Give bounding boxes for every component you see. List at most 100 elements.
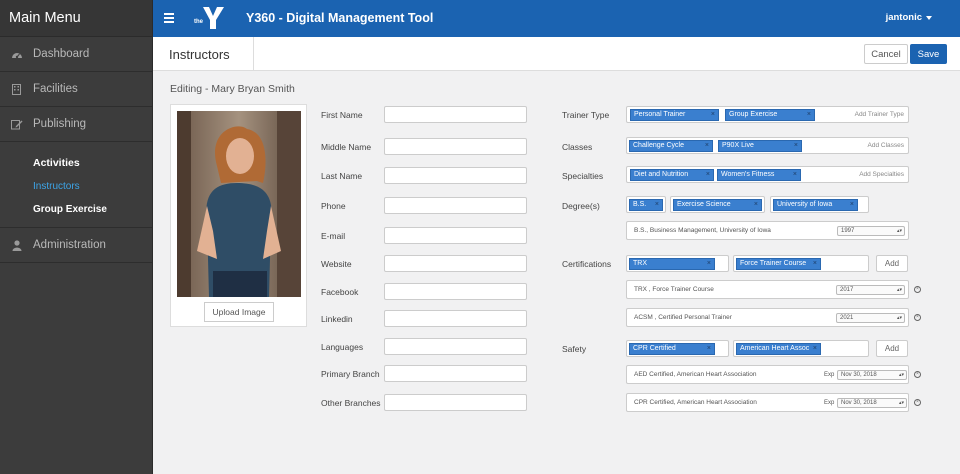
year-select[interactable]: 2017 ▴▾ xyxy=(836,285,905,295)
cancel-button[interactable]: Cancel xyxy=(864,44,908,64)
add-classes-placeholder: Add Classes xyxy=(867,142,905,149)
menu-icon[interactable] xyxy=(164,13,174,23)
phone-label: Phone xyxy=(321,201,346,211)
last-name-input[interactable] xyxy=(384,167,527,184)
sidebar-subitem-group-exercise[interactable]: Group Exercise xyxy=(0,198,152,221)
year-select[interactable]: 1997 ▴▾ xyxy=(837,226,905,236)
classes-label: Classes xyxy=(562,142,593,152)
degree-entry-text: B.S., Business Management, University of… xyxy=(634,227,771,234)
first-name-input[interactable] xyxy=(384,106,527,123)
divider xyxy=(253,37,254,71)
exp-label: Exp xyxy=(824,400,835,406)
remove-icon[interactable]: × xyxy=(914,371,921,378)
safety-row: AED Certified, American Heart Associatio… xyxy=(626,365,909,384)
user-icon xyxy=(10,239,23,252)
linkedin-label: Linkedin xyxy=(321,314,353,324)
languages-input[interactable] xyxy=(384,338,527,355)
certifications-label: Certifications xyxy=(562,259,612,269)
linkedin-input[interactable] xyxy=(384,310,527,327)
remove-tag-icon[interactable]: × xyxy=(707,259,711,269)
sidebar-item-label: Dashboard xyxy=(33,48,90,60)
sidebar-subitem-activities[interactable]: Activities xyxy=(0,152,152,175)
tag: B.S. × xyxy=(629,199,663,211)
tag: Group Exercise × xyxy=(725,109,815,121)
edit-icon xyxy=(10,118,23,131)
remove-tag-icon[interactable]: × xyxy=(813,259,817,269)
website-label: Website xyxy=(321,259,352,269)
remove-icon[interactable]: × xyxy=(914,314,921,321)
specialties-field[interactable]: Diet and Nutrition × Women's Fitness × Add… xyxy=(626,166,909,183)
other-branches-input[interactable] xyxy=(384,394,527,411)
certification-row: TRX , Force Trainer Course 2017 ▴▾ xyxy=(626,280,909,299)
dashboard-icon xyxy=(10,48,23,61)
ymca-logo: the xyxy=(193,6,227,30)
add-certification-button[interactable]: Add xyxy=(876,255,908,272)
classes-field[interactable]: Challenge Cycle × P90X Live × Add Classes xyxy=(626,137,909,154)
degree-school-field[interactable]: University of Iowa × xyxy=(770,196,869,213)
degree-major-field[interactable]: Exercise Science × xyxy=(670,196,765,213)
trainer-type-field[interactable]: Personal Trainer × Group Exercise × Add Tr… xyxy=(626,106,909,123)
certification-row-text: TRX , Force Trainer Course xyxy=(634,286,714,293)
sidebar-item-dashboard[interactable]: Dashboard xyxy=(0,37,152,72)
email-input[interactable] xyxy=(384,227,527,244)
safety-org-field[interactable]: American Heart Assoc × xyxy=(733,340,869,357)
add-specialties-placeholder: Add Specialties xyxy=(859,171,904,178)
remove-icon[interactable]: × xyxy=(914,286,921,293)
primary-branch-input[interactable] xyxy=(384,365,527,382)
safety-row-text: CPR Certified, American Heart Associatio… xyxy=(634,399,757,406)
website-input[interactable] xyxy=(384,255,527,272)
certification-org-field[interactable]: Force Trainer Course × xyxy=(733,255,869,272)
sidebar-subitem-instructors[interactable]: Instructors xyxy=(0,175,152,198)
facebook-input[interactable] xyxy=(384,283,527,300)
save-button[interactable]: Save xyxy=(910,44,947,64)
email-label: E-mail xyxy=(321,231,346,241)
last-name-label: Last Name xyxy=(321,171,363,181)
top-bar: the Y360 - Digital Management Tool janto… xyxy=(153,0,960,37)
image-panel: Upload Image xyxy=(170,104,307,327)
year-select[interactable]: 2021 ▴▾ xyxy=(836,313,905,323)
safety-label: Safety xyxy=(562,344,587,354)
certification-name-field[interactable]: TRX × xyxy=(626,255,729,272)
remove-tag-icon[interactable]: × xyxy=(707,344,711,354)
tag: Diet and Nutrition × xyxy=(630,169,714,181)
remove-icon[interactable]: × xyxy=(914,399,921,406)
remove-tag-icon[interactable]: × xyxy=(705,141,709,151)
remove-tag-icon[interactable]: × xyxy=(706,170,710,180)
publishing-submenu: Activities Instructors Group Exercise xyxy=(0,142,152,228)
date-select[interactable]: Nov 30, 2018 ▴▾ xyxy=(837,370,907,380)
sidebar-item-label: Facilities xyxy=(33,83,78,95)
tag: American Heart Assoc × xyxy=(736,343,821,355)
chevron-down-icon[interactable] xyxy=(926,16,932,20)
remove-tag-icon[interactable]: × xyxy=(711,110,715,120)
tag: Exercise Science × xyxy=(673,199,762,211)
remove-tag-icon[interactable]: × xyxy=(850,200,854,210)
sidebar-item-administration[interactable]: Administration xyxy=(0,228,152,263)
sidebar-item-publishing[interactable]: Publishing xyxy=(0,107,152,142)
app-title: Y360 - Digital Management Tool xyxy=(246,11,434,25)
tag: University of Iowa × xyxy=(773,199,858,211)
upload-image-button[interactable]: Upload Image xyxy=(204,302,274,322)
specialties-label: Specialties xyxy=(562,171,604,181)
languages-label: Languages xyxy=(321,342,364,352)
remove-tag-icon[interactable]: × xyxy=(655,200,659,210)
remove-tag-icon[interactable]: × xyxy=(794,141,798,151)
phone-input[interactable] xyxy=(384,197,527,214)
trainer-type-label: Trainer Type xyxy=(562,110,610,120)
safety-row-text: AED Certified, American Heart Associatio… xyxy=(634,371,757,378)
first-name-label: First Name xyxy=(321,110,363,120)
remove-tag-icon[interactable]: × xyxy=(754,200,758,210)
building-icon xyxy=(10,83,23,96)
safety-name-field[interactable]: CPR Certified × xyxy=(626,340,729,357)
sidebar-title: Main Menu xyxy=(0,0,152,37)
middle-name-input[interactable] xyxy=(384,138,527,155)
sidebar-item-facilities[interactable]: Facilities xyxy=(0,72,152,107)
add-safety-button[interactable]: Add xyxy=(876,340,908,357)
remove-tag-icon[interactable]: × xyxy=(807,110,811,120)
remove-tag-icon[interactable]: × xyxy=(793,170,797,180)
remove-tag-icon[interactable]: × xyxy=(813,344,817,354)
user-menu[interactable]: jantonic xyxy=(886,12,922,23)
degree-type-field[interactable]: B.S. × xyxy=(626,196,666,213)
tag: Challenge Cycle × xyxy=(629,140,713,152)
date-select[interactable]: Nov 30, 2018 ▴▾ xyxy=(837,398,907,408)
page-header: Instructors Cancel Save xyxy=(153,37,960,71)
